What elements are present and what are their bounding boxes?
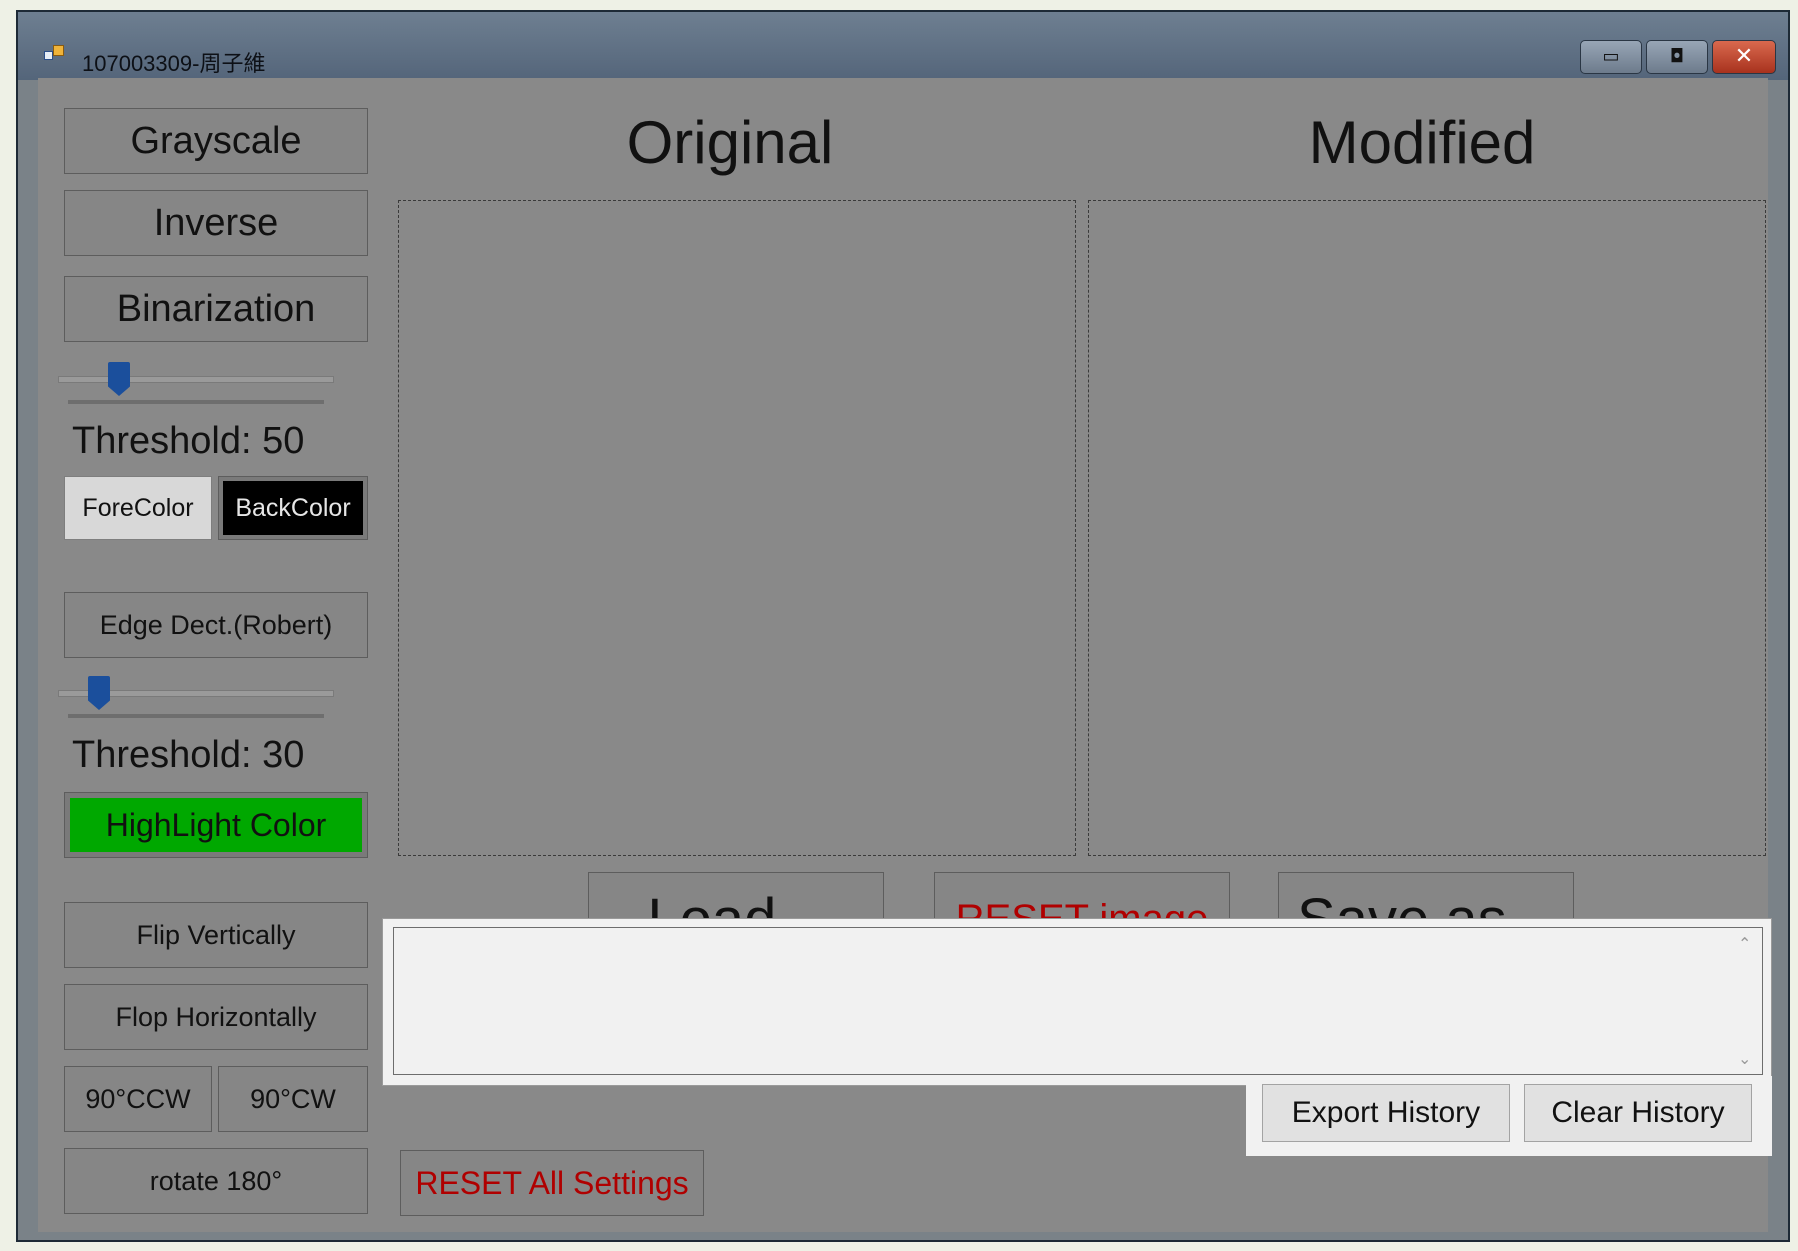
rotate-cw-button[interactable]: 90°CW: [218, 1066, 368, 1132]
history-log[interactable]: ⌃ ⌄: [393, 927, 1763, 1075]
original-heading: Original: [626, 109, 834, 176]
flop-horizontally-button[interactable]: Flop Horizontally: [64, 984, 368, 1050]
rotate-180-button[interactable]: rotate 180°: [64, 1148, 368, 1214]
rotate-180-label: rotate 180°: [149, 1165, 283, 1196]
grayscale-label: Grayscale: [130, 119, 302, 162]
history-log-panel: ⌃ ⌄: [382, 918, 1772, 1086]
reset-all-settings-button[interactable]: RESET All Settings: [400, 1150, 704, 1216]
original-image-box: [398, 200, 1076, 856]
highlight-color-button[interactable]: HighLight Color: [64, 792, 368, 858]
rotate-ccw-label: 90°CCW: [85, 1083, 191, 1114]
flop-horizontally-label: Flop Horizontally: [115, 1001, 317, 1032]
close-icon: ✕: [1734, 44, 1754, 69]
rotate-ccw-button[interactable]: 90°CCW: [64, 1066, 212, 1132]
app-icon: [44, 45, 64, 65]
scroll-down-icon[interactable]: ⌄: [1738, 1049, 1751, 1068]
modified-heading: Modified: [1308, 109, 1536, 176]
maximize-icon: ◘: [1669, 46, 1685, 67]
backcolor-button[interactable]: BackColor: [218, 476, 368, 540]
modified-image-box: [1088, 200, 1766, 856]
inverse-label: Inverse: [153, 201, 279, 244]
forecolor-label: ForeColor: [82, 493, 194, 522]
slider-thumb[interactable]: [108, 362, 130, 396]
edge-detect-button[interactable]: Edge Dect.(Robert): [64, 592, 368, 658]
clear-history-button[interactable]: Clear History: [1524, 1084, 1752, 1142]
clear-history-label: Clear History: [1551, 1096, 1725, 1129]
minimize-icon: ▭: [1602, 46, 1620, 67]
edge-threshold-label: Threshold: 30: [72, 734, 305, 776]
close-button[interactable]: ✕: [1712, 40, 1776, 74]
backcolor-label: BackColor: [223, 481, 363, 535]
forecolor-button[interactable]: ForeColor: [64, 476, 212, 540]
title-bar[interactable]: 107003309-周子維 ▭ ◘ ✕: [18, 12, 1788, 80]
binarization-threshold-label: Threshold: 50: [72, 420, 305, 462]
minimize-button[interactable]: ▭: [1580, 40, 1642, 74]
reset-all-settings-label: RESET All Settings: [415, 1164, 689, 1201]
app-window: 107003309-周子維 ▭ ◘ ✕ Grayscale Inverse Bi…: [16, 10, 1790, 1242]
binarization-button[interactable]: Binarization: [64, 276, 368, 342]
history-actions-panel: Export History Clear History: [1246, 1076, 1772, 1156]
maximize-button[interactable]: ◘: [1646, 40, 1708, 74]
slider-track: [58, 376, 334, 383]
history-scrollbar[interactable]: ⌃ ⌄: [1732, 928, 1762, 1074]
binarization-threshold-slider[interactable]: [58, 362, 334, 408]
scroll-up-icon[interactable]: ⌃: [1738, 934, 1751, 953]
export-history-label: Export History: [1291, 1096, 1481, 1129]
inverse-button[interactable]: Inverse: [64, 190, 368, 256]
edge-detect-label: Edge Dect.(Robert): [99, 609, 333, 640]
flip-vertically-label: Flip Vertically: [136, 919, 296, 950]
flip-vertically-button[interactable]: Flip Vertically: [64, 902, 368, 968]
window-title: 107003309-周子維: [82, 51, 266, 76]
slider-ticks: [68, 714, 324, 718]
edge-threshold-slider[interactable]: [58, 676, 334, 722]
binarization-label: Binarization: [116, 287, 316, 330]
slider-thumb[interactable]: [88, 676, 110, 710]
grayscale-button[interactable]: Grayscale: [64, 108, 368, 174]
highlight-color-label: HighLight Color: [70, 798, 362, 852]
slider-ticks: [68, 400, 324, 404]
export-history-button[interactable]: Export History: [1262, 1084, 1510, 1142]
rotate-cw-label: 90°CW: [250, 1083, 336, 1114]
